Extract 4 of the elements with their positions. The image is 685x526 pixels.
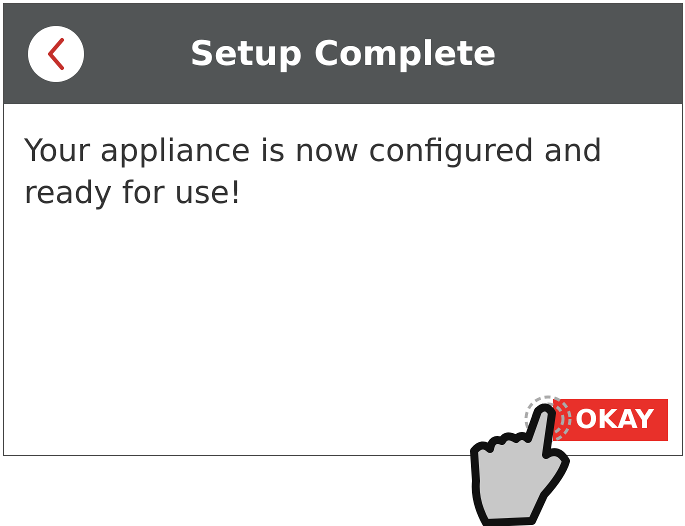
- back-chevron-icon: [46, 37, 66, 71]
- message-text: Your appliance is now configured and ready for use!: [24, 132, 604, 213]
- okay-button[interactable]: OKAY: [553, 399, 668, 441]
- screen-title: Setup Complete: [188, 34, 498, 74]
